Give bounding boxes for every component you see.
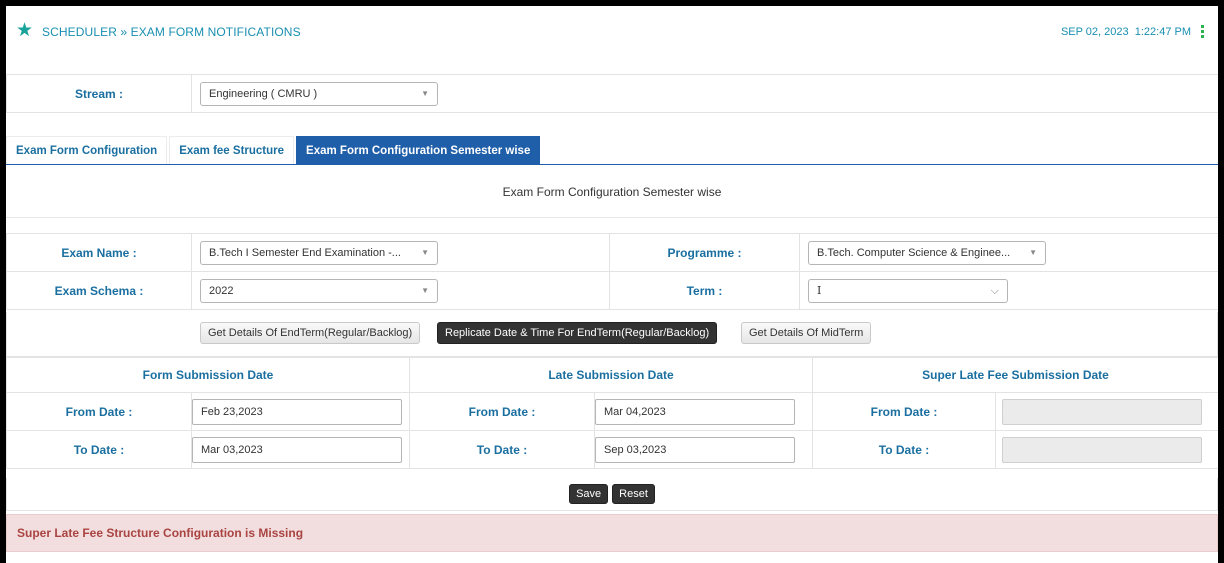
super-late-fee-date-header: Super Late Fee Submission Date bbox=[812, 357, 1218, 393]
programme-label: Programme : bbox=[609, 233, 800, 272]
late-to-date-label: To Date : bbox=[409, 430, 595, 469]
exam-schema-label: Exam Schema : bbox=[6, 271, 192, 310]
get-details-endterm-button[interactable]: Get Details Of EndTerm(Regular/Backlog) bbox=[200, 322, 421, 344]
tab-exam-form-configuration[interactable]: Exam Form Configuration bbox=[6, 136, 168, 164]
programme-value: B.Tech. Computer Science & Enginee... bbox=[817, 246, 1011, 259]
form-to-date-label: To Date : bbox=[6, 430, 192, 469]
programme-select[interactable]: B.Tech. Computer Science & Enginee... ▼ bbox=[808, 240, 1046, 265]
late-from-date-label: From Date : bbox=[409, 392, 595, 431]
term-select[interactable]: I ⌵ bbox=[808, 278, 1008, 303]
stream-select[interactable]: Engineering ( CMRU ) ▼ bbox=[200, 81, 438, 106]
tab-bar: Exam Form Configuration Exam fee Structu… bbox=[6, 136, 1218, 165]
dropdown-arrow-icon: ▼ bbox=[421, 286, 429, 295]
exam-schema-value: 2022 bbox=[209, 284, 234, 297]
exam-selection-grid: Exam Name : B.Tech I Semester End Examin… bbox=[6, 233, 1218, 310]
action-button-row: Get Details Of EndTerm(Regular/Backlog) … bbox=[6, 312, 1218, 357]
tab-exam-form-configuration-semester-wise[interactable]: Exam Form Configuration Semester wise bbox=[296, 136, 541, 164]
datetime-display: SEP 02, 2023 1:22:47 PM bbox=[1060, 25, 1191, 38]
stream-label: Stream : bbox=[6, 74, 192, 113]
save-button[interactable]: Save bbox=[569, 484, 609, 504]
save-reset-row: Save Reset bbox=[6, 478, 1218, 511]
super-to-date-label: To Date : bbox=[812, 430, 996, 469]
super-from-date-label: From Date : bbox=[812, 392, 996, 431]
super-to-date-input[interactable] bbox=[1002, 436, 1202, 463]
tab-exam-fee-structure[interactable]: Exam fee Structure bbox=[169, 136, 295, 164]
stream-select-value: Engineering ( CMRU ) bbox=[209, 87, 318, 100]
replicate-date-time-button[interactable]: Replicate Date & Time For EndTerm(Regula… bbox=[437, 322, 718, 344]
kebab-menu-icon[interactable] bbox=[1201, 25, 1204, 38]
panel-title: Exam Form Configuration Semester wise bbox=[6, 166, 1218, 218]
reset-button[interactable]: Reset bbox=[612, 484, 655, 504]
chevron-down-icon: ⌵ bbox=[990, 283, 999, 297]
stream-row: Stream : Engineering ( CMRU ) ▼ bbox=[6, 74, 1218, 113]
app-frame: ★ SCHEDULER » EXAM FORM NOTIFICATIONS SE… bbox=[6, 6, 1218, 563]
dropdown-arrow-icon: ▼ bbox=[421, 248, 429, 257]
exam-name-label: Exam Name : bbox=[6, 233, 192, 272]
alert-message: Super Late Fee Structure Configuration i… bbox=[6, 514, 1218, 552]
form-to-date-input[interactable]: Mar 03,2023 bbox=[192, 436, 402, 463]
dropdown-arrow-icon: ▼ bbox=[1029, 248, 1037, 257]
header-right: SEP 02, 2023 1:22:47 PM bbox=[1061, 25, 1204, 38]
exam-schema-select[interactable]: 2022 ▼ bbox=[200, 278, 438, 303]
star-icon: ★ bbox=[16, 20, 34, 41]
form-from-date-input[interactable]: Feb 23,2023 bbox=[192, 398, 402, 425]
late-from-date-input[interactable]: Mar 04,2023 bbox=[595, 398, 795, 425]
submission-dates-grid: Form Submission Date Late Submission Dat… bbox=[6, 357, 1218, 469]
breadcrumb: SCHEDULER » EXAM FORM NOTIFICATIONS bbox=[42, 25, 301, 39]
form-submission-date-header: Form Submission Date bbox=[6, 357, 410, 393]
get-details-midterm-button[interactable]: Get Details Of MidTerm bbox=[741, 322, 872, 344]
super-from-date-input[interactable] bbox=[1002, 398, 1202, 425]
term-value: I bbox=[817, 284, 822, 297]
term-label: Term : bbox=[609, 271, 800, 310]
dropdown-arrow-icon: ▼ bbox=[421, 89, 429, 98]
page-header: ★ SCHEDULER » EXAM FORM NOTIFICATIONS SE… bbox=[6, 6, 1218, 58]
late-submission-date-header: Late Submission Date bbox=[409, 357, 813, 393]
form-from-date-label: From Date : bbox=[6, 392, 192, 431]
exam-name-select[interactable]: B.Tech I Semester End Examination -... ▼ bbox=[200, 240, 438, 265]
exam-name-value: B.Tech I Semester End Examination -... bbox=[209, 246, 401, 259]
late-to-date-input[interactable]: Sep 03,2023 bbox=[595, 436, 795, 463]
